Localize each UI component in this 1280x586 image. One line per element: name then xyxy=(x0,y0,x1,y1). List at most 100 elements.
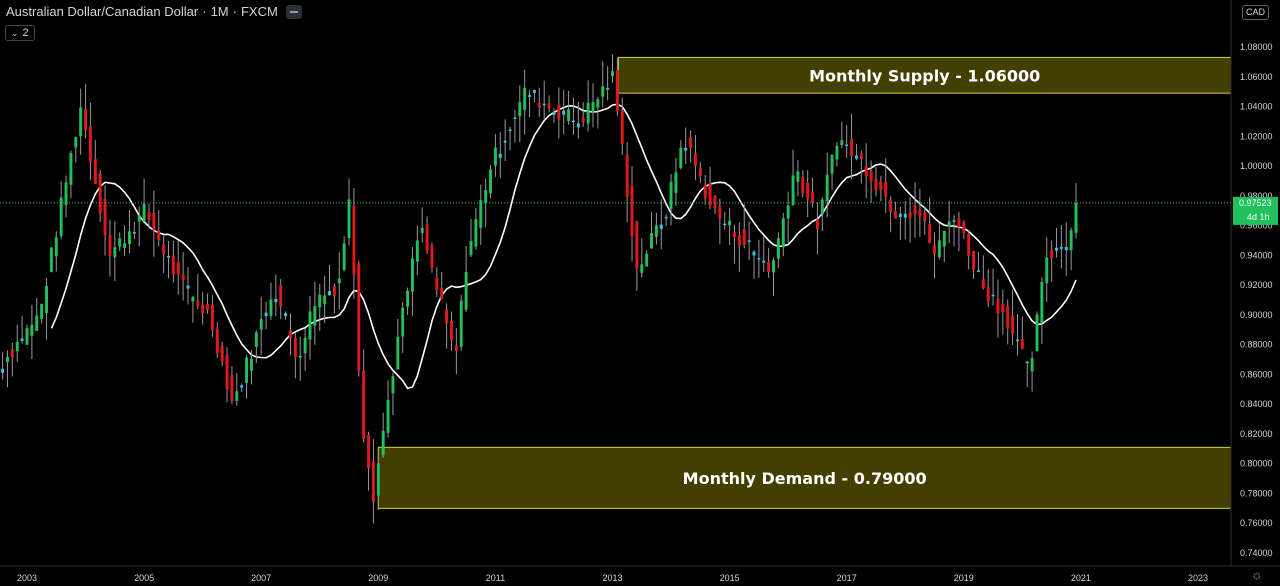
candle-body xyxy=(396,336,400,370)
candle-body xyxy=(811,191,815,203)
candle-body xyxy=(991,294,995,297)
x-tick-label: 2011 xyxy=(486,573,505,583)
symbol-name[interactable]: Australian Dollar/Canadian Dollar xyxy=(6,4,198,19)
candle-body xyxy=(679,147,683,169)
candle-body xyxy=(406,290,410,307)
candle-body xyxy=(708,183,712,206)
candle-body xyxy=(484,190,488,203)
candle-body xyxy=(445,309,449,324)
candle-body xyxy=(40,303,44,319)
candle-body xyxy=(791,175,795,206)
candle-body xyxy=(772,260,775,273)
candle-body xyxy=(933,244,936,254)
candle-body xyxy=(557,104,561,120)
candle-body xyxy=(674,172,678,193)
candle-body xyxy=(508,129,512,131)
x-tick-label: 2021 xyxy=(1071,573,1091,583)
candle-body xyxy=(542,103,546,106)
candle-body xyxy=(723,223,727,226)
candle-body xyxy=(713,195,717,209)
candle-body xyxy=(127,231,131,245)
candle-body xyxy=(474,219,478,247)
candle-body xyxy=(274,298,278,303)
candle-body xyxy=(825,174,829,202)
candle-body xyxy=(137,214,141,222)
candle-body xyxy=(528,95,532,97)
candle-body xyxy=(972,251,976,270)
candle-body xyxy=(572,120,575,123)
candle-body xyxy=(435,277,439,290)
price-chart[interactable]: Monthly Supply - 1.06000 Monthly Demand -… xyxy=(0,0,1280,586)
candle-body xyxy=(850,139,854,156)
candle-body xyxy=(147,212,151,221)
candle-body xyxy=(181,274,185,281)
candle-body xyxy=(235,391,239,402)
y-tick-label: 0.86000 xyxy=(1240,369,1273,379)
x-tick-label: 2017 xyxy=(837,573,857,583)
candle-body xyxy=(113,247,117,258)
candle-body xyxy=(728,220,732,226)
candle-body xyxy=(162,244,166,255)
candle-body xyxy=(518,102,522,117)
candle-body xyxy=(20,338,24,342)
candle-body xyxy=(898,213,902,218)
candle-body xyxy=(689,136,693,148)
y-tick-label: 1.08000 xyxy=(1240,42,1273,52)
time-axis[interactable]: 2003 2005 2007 2009 2011 2013 2015 2017 2019 2021… xyxy=(17,573,1208,583)
y-tick-label: 0.80000 xyxy=(1240,459,1273,469)
candle-body xyxy=(976,270,980,273)
candle-body xyxy=(879,181,883,190)
candle-body xyxy=(659,224,663,230)
y-tick-label: 0.76000 xyxy=(1240,518,1273,528)
candle-body xyxy=(1064,246,1068,251)
candle-body xyxy=(576,123,580,128)
candle-body xyxy=(1069,230,1073,251)
candle-body xyxy=(332,286,336,297)
candle-body xyxy=(313,305,317,326)
price-axis[interactable]: 1.080001.060001.040001.020001.000000.980… xyxy=(1240,42,1273,558)
candle-body xyxy=(591,102,595,113)
candle-body xyxy=(645,253,649,267)
settings-gear-icon[interactable]: ☼ xyxy=(1250,568,1264,582)
candle-body xyxy=(191,297,195,302)
candle-body xyxy=(323,295,327,304)
indicators-toggle-button[interactable]: ⌄ 2 xyxy=(5,25,35,41)
x-tick-label: 2023 xyxy=(1188,573,1208,583)
candle-body xyxy=(459,300,463,347)
candle-body xyxy=(215,328,219,354)
candle-body xyxy=(240,385,244,388)
candle-body xyxy=(611,71,614,77)
candle-body xyxy=(815,219,819,230)
x-tick-label: 2007 xyxy=(251,573,271,583)
candle-body xyxy=(923,212,927,222)
candle-body xyxy=(15,341,19,352)
candle-body xyxy=(1074,202,1078,233)
chart-header: Australian Dollar/Canadian Dollar · 1M ·… xyxy=(6,4,302,19)
candle-body xyxy=(752,251,756,256)
candle-body xyxy=(225,354,229,390)
candle-body xyxy=(859,153,863,159)
interval-label[interactable]: 1M xyxy=(211,4,229,19)
candle-body xyxy=(620,110,624,144)
candle-body xyxy=(430,245,434,268)
candle-body xyxy=(615,70,619,112)
currency-badge[interactable]: CAD xyxy=(1242,5,1270,20)
candle-body xyxy=(284,313,288,317)
candle-body xyxy=(869,170,873,182)
candle-body xyxy=(840,140,844,146)
candle-body xyxy=(650,232,653,249)
candle-body xyxy=(123,243,127,248)
ma-layer xyxy=(50,103,1077,390)
candle-body xyxy=(684,147,688,151)
candle-body xyxy=(981,279,985,289)
candle-body xyxy=(30,324,34,336)
candle-body xyxy=(835,145,839,160)
candle-body xyxy=(996,298,1000,314)
candle-body xyxy=(776,238,780,259)
candle-body xyxy=(669,181,673,209)
candle-body xyxy=(54,237,58,257)
candle-body xyxy=(259,319,263,330)
chevron-down-icon: ⌄ xyxy=(11,27,19,38)
candle-body xyxy=(586,102,590,124)
hide-indicators-icon[interactable] xyxy=(285,4,302,19)
